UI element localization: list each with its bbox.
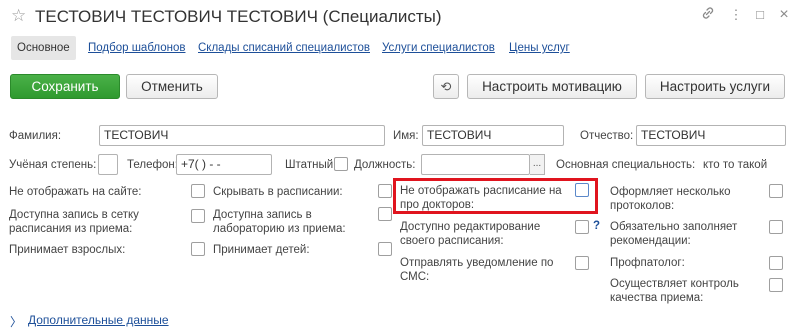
configure-motivation-button[interactable]: Настроить мотивацию — [467, 74, 637, 99]
send-sms-checkbox[interactable] — [575, 256, 589, 270]
position-label: Должность: — [354, 159, 416, 171]
booking-from-reception-label: Доступна запись в сетку расписания из пр… — [9, 209, 139, 235]
staff-label: Штатный: — [285, 159, 337, 171]
occupational-pathologist-checkbox[interactable] — [769, 256, 783, 270]
quality-control-checkbox[interactable] — [769, 278, 783, 292]
accepts-adults-label: Принимает взрослых: — [9, 244, 126, 256]
hide-on-site-checkbox[interactable] — [191, 184, 205, 198]
tab-write-off-warehouses[interactable]: Склады списаний специалистов — [198, 36, 370, 60]
booking-from-reception-checkbox[interactable] — [191, 209, 205, 223]
edit-own-schedule-checkbox[interactable] — [575, 220, 589, 234]
quality-control-label: Осуществляет контроль качества приема: — [610, 278, 739, 304]
additional-data-link[interactable]: Дополнительные данные — [28, 313, 169, 327]
degree-input[interactable] — [98, 154, 118, 175]
favorite-star-icon[interactable]: ☆ — [11, 6, 26, 26]
phone-label: Телефон: — [127, 159, 178, 171]
more-menu-icon[interactable]: ⋮ — [727, 6, 745, 24]
position-input[interactable] — [421, 154, 530, 175]
must-fill-recommendations-checkbox[interactable] — [769, 220, 783, 234]
multiple-protocols-checkbox[interactable] — [769, 184, 783, 198]
history-button[interactable]: ⟲ — [433, 74, 459, 99]
hide-schedule-for-doctors-label: Не отображать расписание на про докторов… — [400, 185, 562, 211]
hide-in-schedule-label: Скрывать в расписании: — [213, 186, 343, 198]
hide-schedule-for-doctors-checkbox[interactable] — [575, 183, 589, 197]
accepts-adults-checkbox[interactable] — [191, 242, 205, 256]
booking-to-lab-label: Доступна запись в лабораторию из приема: — [213, 209, 346, 235]
tab-template-selection[interactable]: Подбор шаблонов — [88, 36, 185, 60]
occupational-pathologist-label: Профпатолог: — [610, 257, 685, 269]
must-fill-recommendations-label: Обязательно заполняет рекомендации: — [610, 221, 738, 247]
patronymic-label: Отчество: — [580, 130, 634, 142]
position-select-button[interactable]: ... — [530, 154, 545, 175]
name-input[interactable]: ТЕСТОВИЧ — [422, 125, 564, 146]
cancel-button[interactable]: Отменить — [126, 74, 218, 99]
save-button[interactable]: Сохранить — [10, 74, 120, 99]
accepts-children-checkbox[interactable] — [378, 242, 392, 256]
surname-input[interactable]: ТЕСТОВИЧ — [99, 125, 385, 146]
window-title: ТЕСТОВИЧ ТЕСТОВИЧ ТЕСТОВИЧ (Специалисты) — [35, 7, 442, 26]
close-icon[interactable]: × — [775, 6, 793, 24]
tab-specialist-services[interactable]: Услуги специалистов — [382, 36, 495, 60]
name-label: Имя: — [393, 130, 419, 142]
configure-services-button[interactable]: Настроить услуги — [645, 74, 785, 99]
degree-label: Учёная степень: — [9, 159, 97, 171]
main-specialty-label: Основная специальность: — [556, 159, 696, 171]
send-sms-label: Отправлять уведомление по СМС: — [400, 257, 554, 283]
maximize-icon[interactable]: □ — [751, 6, 769, 24]
surname-label: Фамилия: — [9, 130, 62, 142]
tab-main[interactable]: Основное — [11, 36, 76, 60]
multiple-protocols-label: Оформляет несколько протоколов: — [610, 186, 731, 212]
phone-input[interactable]: +7( ) - - — [176, 154, 272, 175]
edit-own-schedule-label: Доступно редактирование своего расписани… — [400, 221, 541, 247]
staff-checkbox[interactable] — [334, 157, 348, 171]
booking-to-lab-checkbox[interactable] — [378, 207, 392, 221]
tab-service-prices[interactable]: Цены услуг — [509, 36, 570, 60]
history-icon: ⟲ — [440, 79, 452, 94]
patronymic-input[interactable]: ТЕСТОВИЧ — [636, 125, 786, 146]
hide-on-site-label: Не отображать на сайте: — [9, 186, 142, 198]
main-specialty-value[interactable]: кто то такой — [703, 158, 767, 172]
accepts-children-label: Принимает детей: — [213, 244, 310, 256]
hide-in-schedule-checkbox[interactable] — [378, 184, 392, 198]
expand-chevron-icon[interactable]: 〉 — [10, 313, 22, 330]
help-icon[interactable]: ? — [593, 220, 600, 232]
link-icon[interactable] — [699, 6, 717, 24]
